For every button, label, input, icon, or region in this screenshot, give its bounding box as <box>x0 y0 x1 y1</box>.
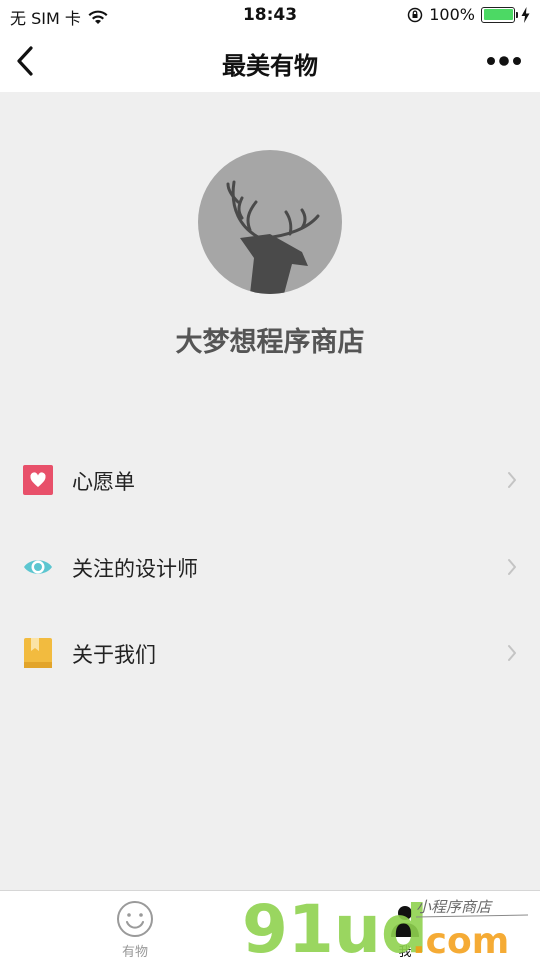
avatar <box>198 150 342 294</box>
person-icon <box>391 906 419 937</box>
deer-icon <box>226 180 320 294</box>
battery-percent: 100% <box>429 5 475 24</box>
menu-item-wishlist[interactable]: 心愿单 <box>0 450 540 510</box>
tab-label: 有物 <box>121 945 148 960</box>
status-bar: 无 SIM 卡 18:43 100% <box>0 0 540 30</box>
charging-bolt-icon <box>521 6 530 23</box>
page-title: 最美有物 <box>222 52 318 80</box>
menu-label: 心愿单 <box>72 470 135 494</box>
tab-bar: 有物 我 <box>0 890 540 960</box>
more-dots-icon[interactable] <box>486 52 522 70</box>
battery-icon <box>481 6 518 23</box>
tab-label: 我 <box>398 945 412 960</box>
menu-item-followed-designers[interactable]: 关注的设计师 <box>0 537 540 597</box>
book-icon <box>24 638 52 668</box>
store-name: 大梦想程序商店 <box>175 327 365 358</box>
chevron-right-icon <box>508 559 516 575</box>
status-right: 100% <box>407 5 530 24</box>
chevron-right-icon <box>508 472 516 488</box>
eye-icon <box>24 560 52 574</box>
menu-label: 关注的设计师 <box>72 557 198 581</box>
chevron-right-icon <box>508 645 516 661</box>
smiley-icon <box>117 901 153 937</box>
tab-products[interactable]: 有物 <box>0 891 270 960</box>
app-screen: 无 SIM 卡 18:43 100% 最美有物 大梦想程序商店 心愿单 关注的设… <box>0 0 540 960</box>
menu-item-about-us[interactable]: 关于我们 <box>0 623 540 683</box>
orientation-lock-icon <box>408 7 423 22</box>
heart-icon <box>23 465 53 495</box>
battery-fill <box>483 9 513 20</box>
tab-me[interactable]: 我 <box>270 891 540 960</box>
menu-label: 关于我们 <box>72 643 156 667</box>
navigation-bar: 最美有物 <box>0 30 540 92</box>
